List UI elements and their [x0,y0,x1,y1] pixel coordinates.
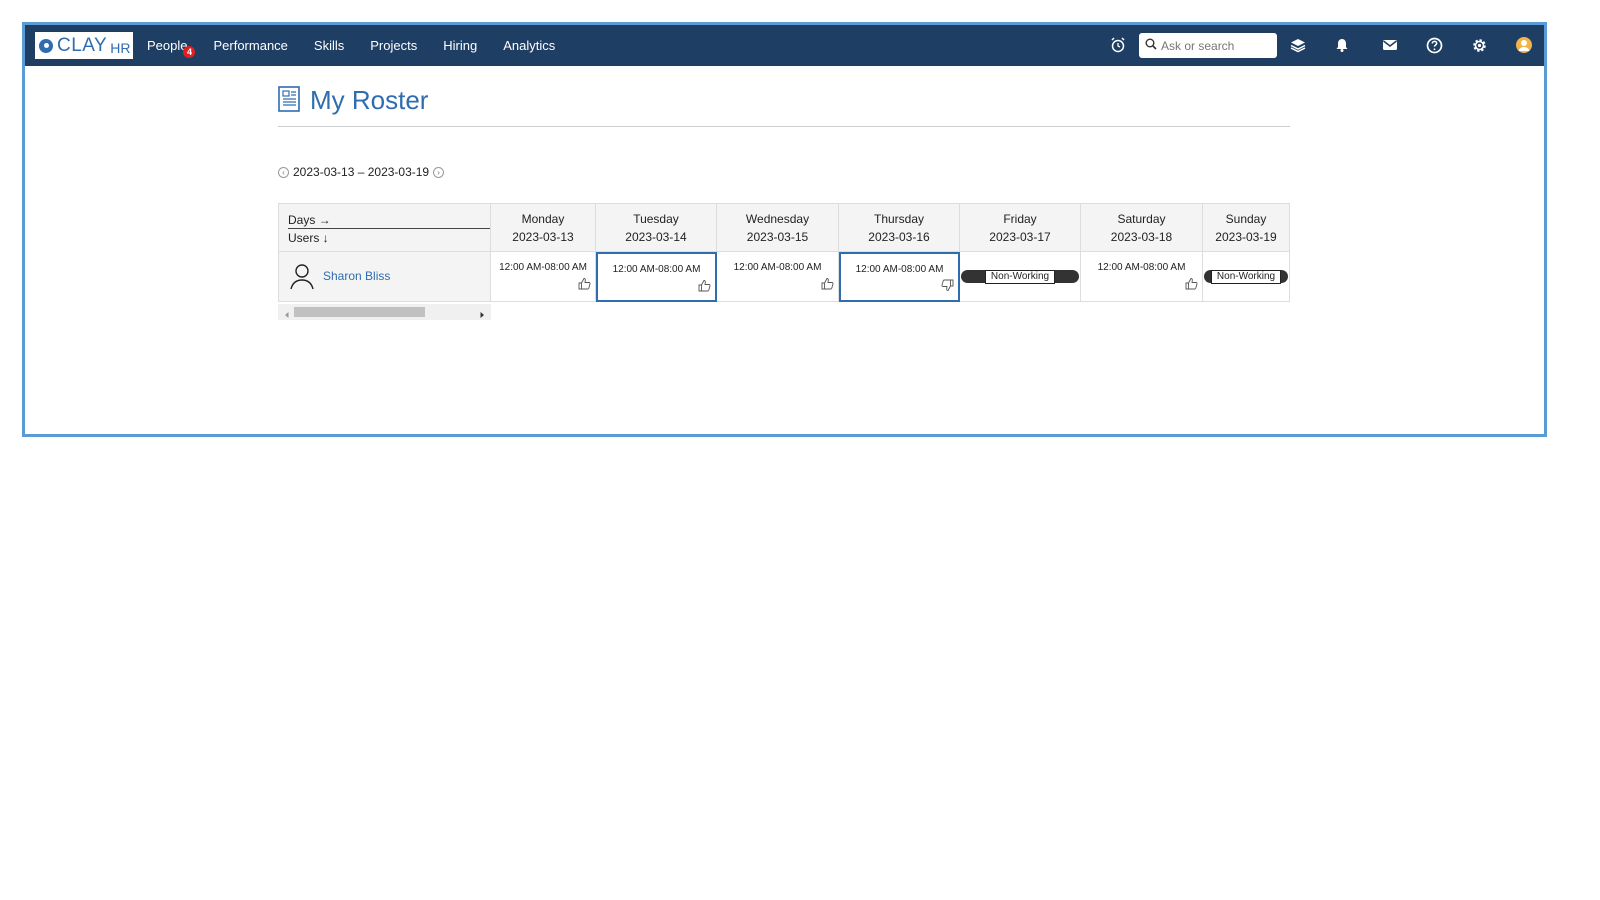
nav-item-label: Projects [370,38,418,53]
user-avatar-icon[interactable] [1515,36,1533,54]
logo-mark-icon [39,38,53,53]
non-working-label: Non-Working [1210,269,1282,284]
shift-cell-saturday[interactable]: 12:00 AM-08:00 AM [1081,252,1203,302]
scroll-left-arrow-icon[interactable] [282,307,292,318]
user-name-link[interactable]: Sharon Bliss [323,269,390,283]
nav-item-analytics[interactable]: Analytics [503,38,555,53]
search-input[interactable] [1157,38,1271,53]
shift-cell-sunday[interactable]: Non-Working [1203,252,1290,302]
bell-icon[interactable] [1333,36,1351,54]
shift-time: 12:00 AM-08:00 AM [1097,262,1186,273]
scrollbar-thumb[interactable] [294,307,425,317]
search-icon [1145,37,1157,55]
nav-item-label: Performance [213,38,288,53]
nav-item-projects[interactable]: Projects [370,38,417,53]
nav-item-performance[interactable]: Performance [213,38,287,53]
shift-cell-thursday[interactable]: 12:00 AM-08:00 AM [839,252,960,302]
mail-icon[interactable] [1381,36,1399,54]
day-name: Tuesday [633,212,679,226]
app-window: CLAY HR People 4 Performance Skills Proj… [22,22,1547,437]
thumbs-up-icon[interactable] [1185,277,1198,295]
logo-text: CLAY [57,34,108,56]
day-date: 2023-03-13 [512,230,574,244]
users-axis-label: Users ↓ [288,231,329,245]
next-week-button[interactable]: › [433,166,445,178]
nav-item-label: Hiring [443,38,478,53]
day-date: 2023-03-18 [1110,230,1173,244]
logo-suffix: HR [110,39,131,56]
page-title: My Roster [310,85,429,115]
thumbs-up-icon[interactable] [578,277,591,295]
day-header-thursday: Thursday 2023-03-16 [839,203,960,252]
roster-user-cell: Sharon Bliss [278,252,491,302]
day-header-friday: Friday 2023-03-17 [960,203,1081,252]
non-working-bar: Non-Working [1204,269,1288,284]
day-name: Sunday [1225,212,1267,226]
shift-time: 12:00 AM-08:00 AM [733,262,822,273]
day-date: 2023-03-16 [868,230,930,244]
top-navigation-bar: CLAY HR People 4 Performance Skills Proj… [25,25,1544,66]
shift-cell-friday[interactable]: Non-Working [960,252,1081,302]
day-date: 2023-03-19 [1215,230,1277,244]
nav-item-label: Analytics [503,38,556,53]
nav-item-people[interactable]: People 4 [147,38,196,58]
nav-item-hiring[interactable]: Hiring [443,38,477,53]
day-name: Saturday [1117,212,1166,226]
layers-icon[interactable] [1289,36,1307,54]
day-header-monday: Monday 2023-03-13 [491,203,596,252]
day-header-wednesday: Wednesday 2023-03-15 [717,203,839,252]
shift-cell-wednesday[interactable]: 12:00 AM-08:00 AM [717,252,839,302]
document-icon [278,86,300,117]
day-header-sunday: Sunday 2023-03-19 [1203,203,1290,252]
user-avatar-icon [289,263,315,296]
day-name: Friday [1003,212,1037,226]
notification-badge: 4 [183,46,196,58]
divider [288,228,490,229]
day-header-saturday: Saturday 2023-03-18 [1081,203,1203,252]
day-name: Wednesday [745,212,810,226]
nav-item-skills[interactable]: Skills [314,38,344,53]
alarm-icon[interactable] [1109,36,1127,54]
day-name: Thursday [873,212,925,226]
shift-time: 12:00 AM-08:00 AM [499,262,587,273]
non-working-label: Non-Working [984,269,1056,284]
main-nav: People 4 Performance Skills Projects Hir… [147,25,581,66]
day-date: 2023-03-15 [746,230,809,244]
week-range: 2023-03-13 – 2023-03-19 [293,165,430,179]
nav-item-label: People [147,38,188,53]
previous-week-button[interactable]: ‹ [278,166,289,178]
clayhr-logo[interactable]: CLAY HR [35,32,133,59]
shift-time: 12:00 AM-08:00 AM [612,264,701,275]
roster-corner-header: Days → Users ↓ [278,203,491,252]
thumbs-up-icon[interactable] [821,277,834,295]
non-working-bar: Non-Working [961,269,1079,284]
day-date: 2023-03-17 [989,230,1051,244]
gear-icon[interactable] [1470,36,1488,54]
shift-cell-tuesday[interactable]: 12:00 AM-08:00 AM [596,252,717,302]
days-axis-label: Days → [288,213,331,227]
scroll-right-arrow-icon[interactable] [477,307,487,318]
day-header-tuesday: Tuesday 2023-03-14 [596,203,717,252]
shift-cell-monday[interactable]: 12:00 AM-08:00 AM [491,252,596,302]
day-date: 2023-03-14 [625,230,687,244]
page-header: My Roster [278,80,1290,127]
thumbs-up-icon[interactable] [698,279,711,297]
horizontal-scrollbar[interactable] [278,304,491,320]
week-navigator: ‹ 2023-03-13 – 2023-03-19 › [278,165,445,179]
search-box[interactable] [1139,33,1277,58]
shift-time: 12:00 AM-08:00 AM [855,264,944,275]
day-name: Monday [521,212,565,226]
nav-item-label: Skills [313,38,345,53]
help-icon[interactable] [1425,36,1443,54]
thumbs-down-icon[interactable] [941,279,954,297]
